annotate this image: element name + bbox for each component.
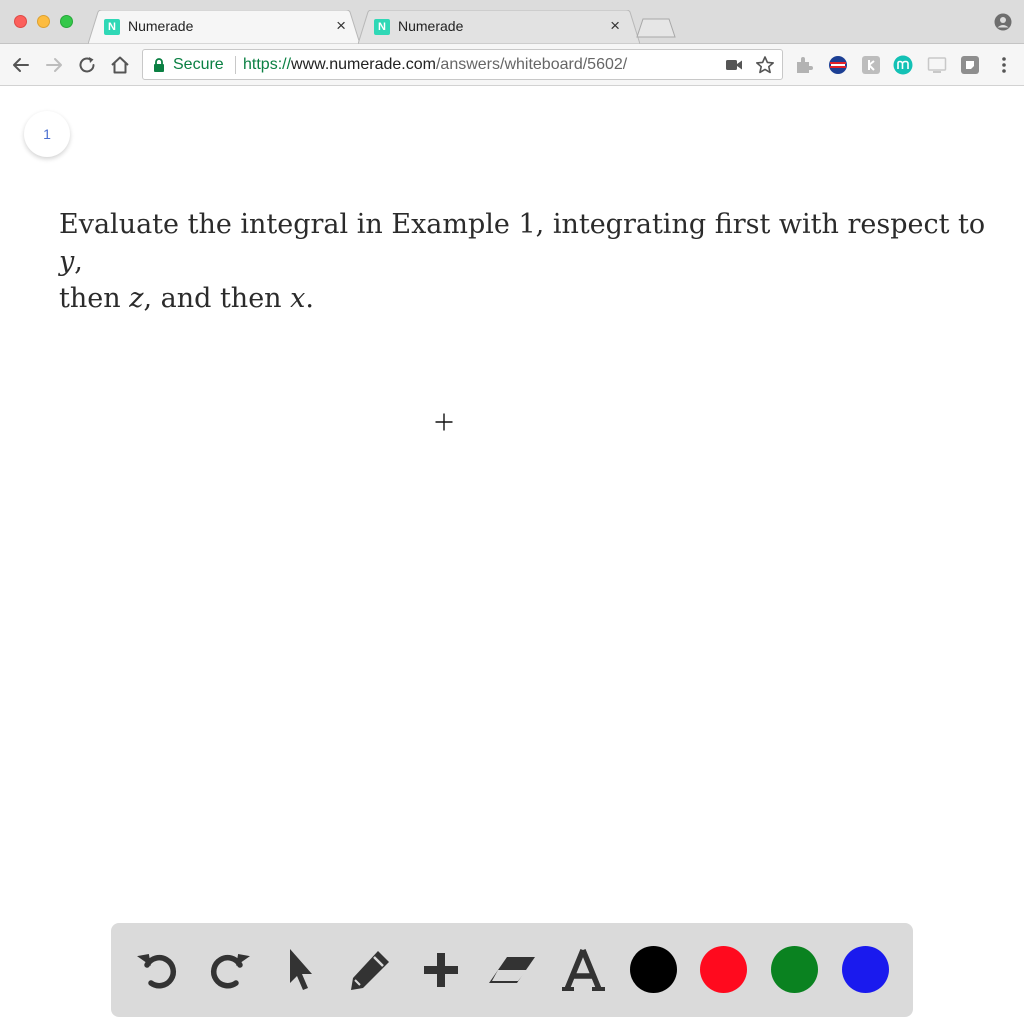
punctuation: , [74, 246, 83, 277]
pencil-tool-button[interactable] [345, 945, 395, 995]
tab-title: Numerade [398, 18, 464, 34]
redo-button[interactable] [204, 945, 254, 995]
extension-note-icon[interactable] [960, 55, 980, 75]
undo-button[interactable] [133, 945, 183, 995]
window-minimize-button[interactable] [37, 15, 50, 28]
add-shape-button[interactable] [416, 945, 466, 995]
variable-x: x [290, 283, 306, 314]
new-tab-button[interactable] [636, 18, 676, 38]
tab-strip: N Numerade × N Numerade × [0, 0, 1024, 44]
window-zoom-button[interactable] [60, 15, 73, 28]
url-host: www.numerade.com [291, 56, 436, 73]
menu-kebab-icon[interactable] [994, 55, 1014, 75]
pencil-icon [351, 951, 389, 990]
tab-title: Numerade [128, 18, 194, 34]
lock-icon [154, 58, 164, 72]
tab-numerade-active[interactable]: N Numerade × [88, 10, 360, 44]
back-icon[interactable] [10, 54, 32, 76]
tab-close-icon[interactable]: × [610, 17, 620, 35]
tab-numerade-inactive[interactable]: N Numerade × [358, 10, 640, 44]
crosshair-cursor-icon [435, 413, 453, 431]
home-icon[interactable] [109, 54, 131, 76]
extension-flag-icon[interactable] [828, 55, 848, 75]
variable-y: y [59, 246, 75, 277]
undo-icon [137, 954, 177, 989]
camera-icon[interactable] [725, 58, 743, 72]
tab-close-icon[interactable]: × [336, 17, 346, 35]
select-pointer-icon [290, 949, 312, 990]
eraser-icon [489, 957, 535, 983]
profile-icon[interactable] [994, 13, 1012, 31]
extension-m-icon[interactable] [893, 55, 913, 75]
url-scheme: https:// [243, 56, 292, 73]
question-line2-start: then [59, 283, 130, 314]
punctuation: . [305, 283, 314, 314]
color-swatch-green[interactable] [771, 946, 818, 993]
page-number-badge[interactable]: 1 [24, 111, 70, 157]
bookmark-star-icon[interactable] [755, 55, 775, 75]
address-divider [235, 56, 236, 74]
color-swatch-blue[interactable] [842, 946, 889, 993]
numerade-favicon-icon: N [104, 19, 120, 35]
window-close-button[interactable] [14, 15, 27, 28]
reload-icon[interactable] [76, 54, 98, 76]
extension-screen-icon[interactable] [927, 55, 947, 75]
question-line1: Evaluate the integral in Example 1, inte… [59, 209, 986, 240]
extension-script-icon[interactable] [861, 55, 881, 75]
eraser-tool-button[interactable] [487, 945, 537, 995]
variable-z: z [129, 283, 144, 314]
text-tool-button[interactable] [558, 945, 608, 995]
color-swatch-black[interactable] [630, 946, 677, 993]
numerade-favicon-icon: N [374, 19, 390, 35]
browser-toolbar: Secure https://www.numerade.com/answers/… [0, 44, 1024, 86]
color-swatch-red[interactable] [700, 946, 747, 993]
question-line2-mid: , and then [143, 283, 291, 314]
url-path: /answers/whiteboard/5602/ [435, 56, 628, 73]
question-text: Evaluate the integral in Example 1, inte… [59, 206, 989, 317]
forward-icon[interactable] [43, 54, 65, 76]
url-text: https://www.numerade.com/answers/whitebo… [243, 56, 627, 74]
address-bar[interactable]: Secure https://www.numerade.com/answers/… [142, 49, 783, 80]
drawing-toolbar [111, 923, 913, 1017]
select-tool-button[interactable] [274, 945, 324, 995]
add-icon [424, 953, 458, 987]
text-tool-icon [562, 948, 605, 991]
secure-label: Secure [173, 56, 224, 73]
redo-icon [210, 954, 250, 989]
extension-puzzle-icon[interactable] [794, 55, 814, 75]
